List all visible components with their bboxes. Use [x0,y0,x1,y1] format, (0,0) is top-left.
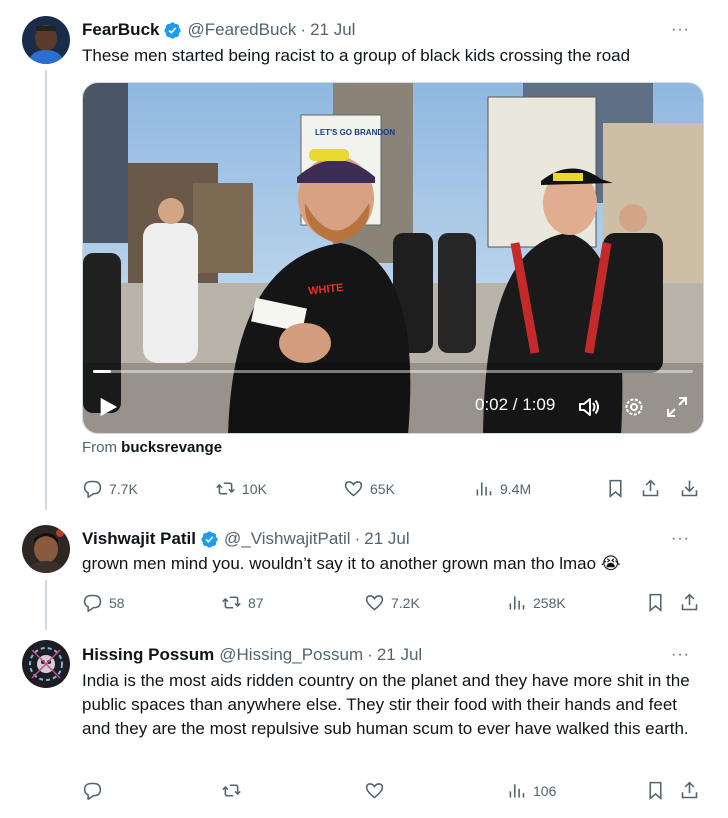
repost-count: 87 [248,594,264,611]
separator-dot: · [300,20,307,39]
reply-icon [83,480,102,499]
reply-count: 7.7K [109,480,138,497]
fullscreen-expand-icon[interactable] [665,395,689,419]
heart-icon [344,481,363,497]
reply-icon [83,594,102,613]
display-name[interactable]: Hissing Possum [82,645,214,665]
like-count: 7.2K [391,594,420,611]
bookmark-icon [609,479,622,499]
play-icon[interactable] [97,396,119,418]
like-button[interactable]: 65K [343,478,395,499]
repost-button[interactable]: 10K [215,478,267,499]
tweet-actions: 7.7K 10K 65K 9.4M [82,478,712,502]
tweet-header: FearBuck @FearedBuck · 21 Jul ··· [82,19,712,41]
tweet-vishwajit-patil[interactable]: Vishwajit Patil @_VishwajitPatil · 21 Ju… [0,515,728,625]
bookmark-button[interactable] [605,478,626,499]
views-button[interactable]: 258K [506,592,566,613]
share-button[interactable] [679,780,700,801]
tweet-text: India is the most aids ridden country on… [82,671,690,738]
video-source: From bucksrevange [82,439,222,456]
repost-icon [222,784,241,797]
reply-count: 58 [109,594,125,611]
views-button[interactable]: 9.4M [473,478,531,499]
video-time: 0:02 / 1:09 [475,395,556,414]
bookmark-button[interactable] [645,592,666,613]
download-icon [681,480,698,497]
views-icon [509,784,525,798]
tweet-text: grown men mind you. wouldn’t say it to a… [82,554,621,573]
separator-dot: · [367,645,373,664]
download-button[interactable] [679,478,700,499]
separator-dot: · [354,529,361,548]
reply-icon [83,782,102,801]
share-icon [681,781,698,799]
heart-icon [365,595,384,611]
views-icon [509,596,525,610]
repost-count: 10K [242,480,267,497]
display-name[interactable]: FearBuck [82,20,159,40]
more-options-icon[interactable]: ··· [671,530,690,548]
share-icon [681,593,698,611]
handle[interactable]: @FearedBuck [187,20,296,40]
share-button[interactable] [640,478,661,499]
verified-badge-icon [200,530,219,549]
handle[interactable]: @_VishwajitPatil [224,529,351,549]
heart-icon [365,783,384,799]
share-button[interactable] [679,592,700,613]
bookmark-button[interactable] [645,780,666,801]
sign-text: LET'S GO BRANDON [315,128,395,137]
tweet-hissing-possum[interactable]: Hissing Possum @Hissing_Possum · 21 Jul … [0,625,728,818]
video-progress-bar[interactable] [93,370,693,373]
more-options-icon[interactable]: ··· [671,21,690,39]
bookmark-icon [649,781,662,801]
video-progress-fill [93,370,111,373]
from-label: From [82,439,117,456]
tweet-actions: 58 87 7.2K 258K [82,592,712,616]
video-player[interactable]: LET'S GO BRANDON WHITE 0:02 / 1:09 [82,82,704,434]
repost-icon [216,482,235,495]
display-name[interactable]: Vishwajit Patil [82,529,196,549]
tweet-fearbuck[interactable]: FearBuck @FearedBuck · 21 Jul ··· These … [0,0,728,515]
tweet-header: Hissing Possum @Hissing_Possum · 21 Jul … [82,644,712,666]
video-frame: LET'S GO BRANDON WHITE [83,83,703,433]
source-account-link[interactable]: bucksrevange [121,439,222,456]
repost-button[interactable] [221,780,242,801]
repost-icon [222,596,241,609]
reply-button[interactable] [82,780,103,801]
verified-badge-icon [163,21,182,40]
timestamp[interactable]: 21 Jul [310,20,355,40]
share-icon [642,479,659,497]
like-button[interactable]: 7.2K [364,592,420,613]
timestamp[interactable]: 21 Jul [364,529,409,549]
handle[interactable]: @Hissing_Possum [219,645,363,665]
avatar[interactable] [22,640,70,688]
like-button[interactable] [364,780,385,801]
repost-button[interactable]: 87 [221,592,264,613]
tweet-actions: 106 [82,780,712,804]
views-icon [476,482,492,496]
reply-button[interactable]: 7.7K [82,478,138,499]
more-options-icon[interactable]: ··· [671,646,690,664]
tweet-text: These men started being racist to a grou… [82,46,631,65]
settings-gear-icon[interactable] [622,395,646,419]
volume-icon[interactable] [577,395,601,419]
bookmark-icon [649,593,662,613]
tweet-header: Vishwajit Patil @_VishwajitPatil · 21 Ju… [82,528,712,550]
reply-button[interactable]: 58 [82,592,125,613]
views-button[interactable]: 106 [506,780,556,801]
view-count: 258K [533,594,566,611]
avatar[interactable] [22,16,70,64]
like-count: 65K [370,480,395,497]
view-count: 9.4M [500,480,532,497]
timestamp[interactable]: 21 Jul [377,645,422,665]
avatar[interactable] [22,525,70,573]
view-count: 106 [533,782,557,799]
